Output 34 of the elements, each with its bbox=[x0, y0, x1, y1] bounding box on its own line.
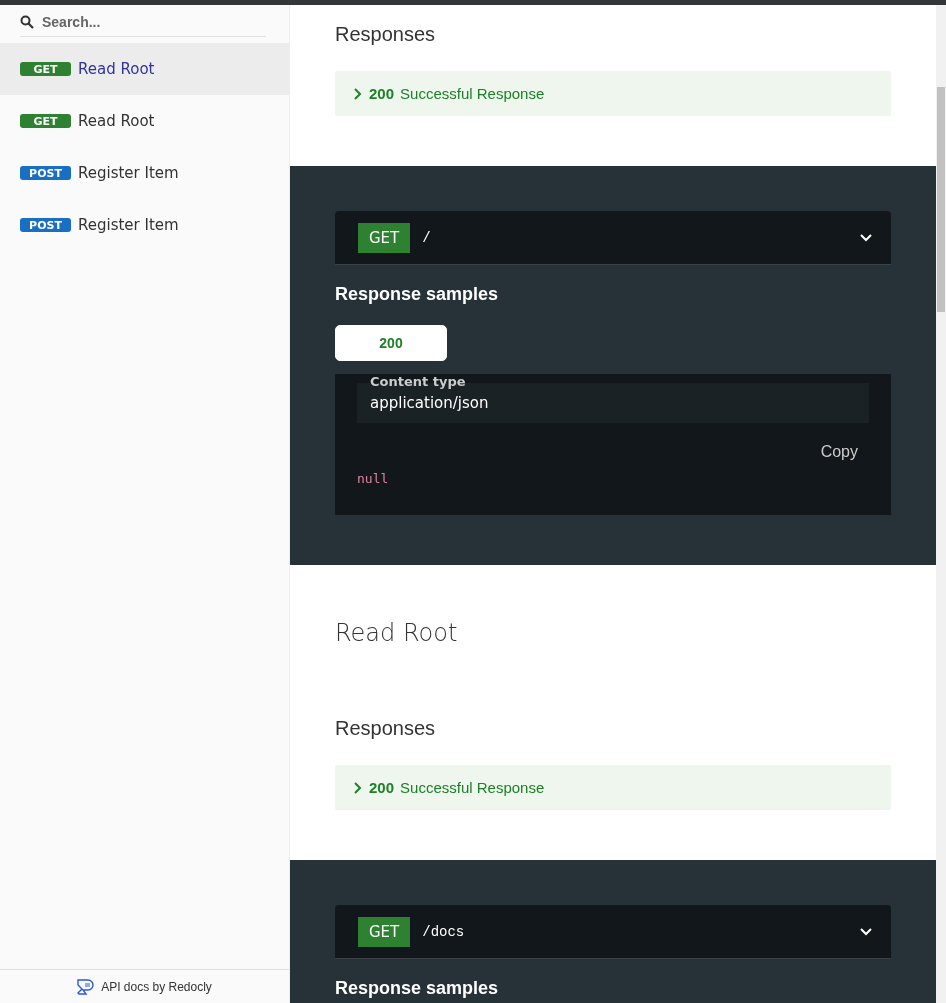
status-tab[interactable]: 200 bbox=[335, 325, 447, 361]
endpoint-bar[interactable]: GET / bbox=[335, 211, 891, 265]
responses-heading: Responses bbox=[335, 23, 437, 46]
responses-heading: Responses bbox=[335, 717, 437, 740]
content-type-field[interactable]: Content type application/json bbox=[357, 374, 869, 423]
endpoint-bar[interactable]: GET /docs bbox=[335, 905, 891, 959]
search-field[interactable]: Search... bbox=[42, 14, 242, 30]
footer-credit[interactable]: API docs by Redocly bbox=[101, 979, 212, 994]
sidebar-item[interactable]: POST Register Item bbox=[0, 199, 289, 251]
chevron-right-icon bbox=[353, 86, 363, 101]
sidebar-item[interactable]: GET Read Root bbox=[0, 43, 289, 95]
sidebar-item[interactable]: GET Read Root bbox=[0, 95, 289, 147]
method-badge: GET bbox=[20, 114, 71, 128]
copy-button[interactable]: Copy bbox=[820, 443, 858, 461]
method-badge: POST bbox=[20, 166, 71, 180]
search-icon bbox=[20, 15, 34, 29]
chevron-down-icon bbox=[859, 232, 873, 243]
response-toggle[interactable]: 200 Successful Response bbox=[335, 765, 891, 810]
method-badge: GET bbox=[358, 916, 411, 947]
endpoint-path: /docs bbox=[422, 923, 466, 940]
samples-heading: Response samples bbox=[335, 283, 500, 305]
samples-heading: Response samples bbox=[335, 977, 500, 999]
endpoint-path: / bbox=[422, 229, 432, 246]
method-badge: POST bbox=[20, 218, 71, 232]
method-badge: GET bbox=[20, 62, 71, 76]
method-badge: GET bbox=[358, 222, 411, 253]
operation-title: Read Root bbox=[335, 619, 459, 647]
response-toggle[interactable]: 200 Successful Response bbox=[335, 71, 891, 116]
chevron-right-icon bbox=[353, 780, 363, 795]
sidebar-item[interactable]: POST Register Item bbox=[0, 147, 289, 199]
code-sample: null bbox=[357, 471, 389, 486]
logo-icon bbox=[77, 978, 96, 995]
chevron-down-icon bbox=[859, 926, 873, 937]
scrollbar[interactable] bbox=[936, 5, 946, 1003]
